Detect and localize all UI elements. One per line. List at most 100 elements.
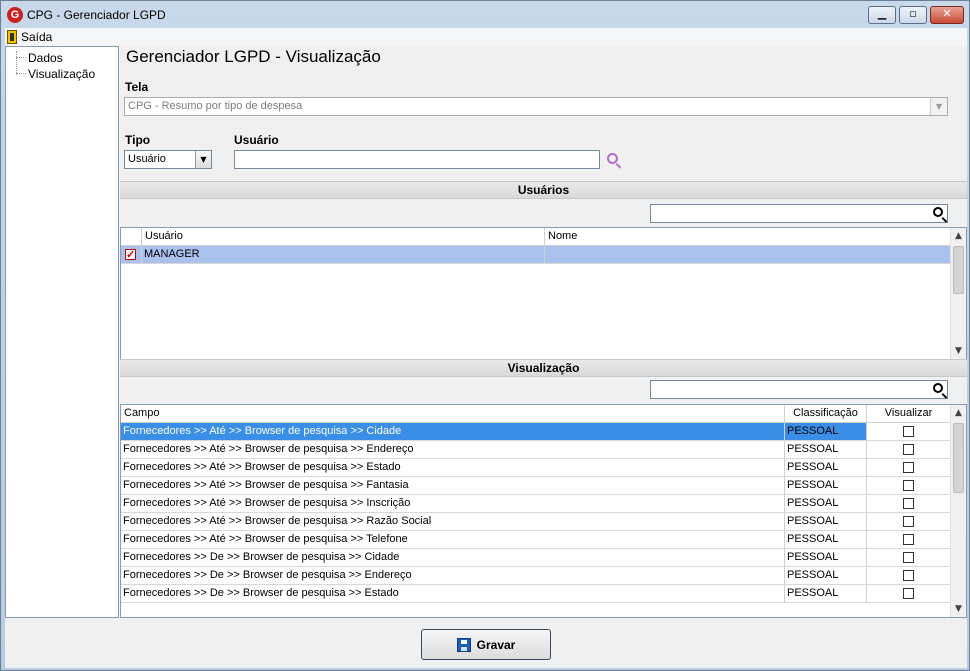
tree-connector bbox=[16, 57, 26, 58]
visualizar-checkbox[interactable] bbox=[903, 480, 914, 491]
visualizar-checkbox[interactable] bbox=[903, 552, 914, 563]
scroll-down-icon[interactable]: ▼ bbox=[951, 601, 966, 617]
row-classificacao: PESSOAL bbox=[785, 423, 867, 440]
table-row[interactable]: Fornecedores >> De >> Browser de pesquis… bbox=[121, 549, 951, 567]
usuario-input[interactable] bbox=[234, 150, 600, 169]
row-campo: Fornecedores >> Até >> Browser de pesqui… bbox=[121, 495, 785, 512]
save-button-label: Gravar bbox=[476, 637, 516, 652]
table-row[interactable]: Fornecedores >> Até >> Browser de pesqui… bbox=[121, 513, 951, 531]
visualizar-checkbox[interactable] bbox=[903, 462, 914, 473]
row-classificacao: PESSOAL bbox=[785, 585, 867, 602]
search-icon[interactable] bbox=[933, 207, 943, 217]
usuarios-grid-header: Usuário Nome bbox=[121, 228, 951, 246]
visualizacao-section-header: Visualização bbox=[120, 359, 967, 377]
minimize-button[interactable]: ▁ bbox=[868, 6, 896, 24]
usuarios-scrollbar[interactable]: ▲ ▼ bbox=[950, 228, 966, 359]
tela-label: Tela bbox=[125, 80, 149, 94]
column-header-classificacao[interactable]: Classificação bbox=[785, 405, 867, 423]
table-row[interactable]: Fornecedores >> Até >> Browser de pesqui… bbox=[121, 459, 951, 477]
scroll-up-icon[interactable]: ▲ bbox=[951, 228, 966, 244]
row-usuario: MANAGER bbox=[142, 246, 545, 263]
title-bar[interactable]: G CPG - Gerenciador LGPD ▁ ▫ ✕ bbox=[1, 1, 969, 29]
visualizacao-grid-header: Campo Classificação Visualizar bbox=[121, 405, 951, 423]
row-campo: Fornecedores >> De >> Browser de pesquis… bbox=[121, 585, 785, 602]
visualizar-checkbox[interactable] bbox=[903, 426, 914, 437]
table-row[interactable]: Fornecedores >> Até >> Browser de pesqui… bbox=[121, 441, 951, 459]
scroll-thumb[interactable] bbox=[953, 423, 964, 493]
row-classificacao: PESSOAL bbox=[785, 567, 867, 584]
scroll-down-icon[interactable]: ▼ bbox=[951, 343, 966, 359]
row-classificacao: PESSOAL bbox=[785, 531, 867, 548]
column-header-check bbox=[121, 228, 142, 246]
search-icon[interactable] bbox=[933, 383, 943, 393]
row-visualizar bbox=[867, 585, 951, 602]
table-row[interactable]: Fornecedores >> Até >> Browser de pesqui… bbox=[121, 423, 951, 441]
scroll-thumb[interactable] bbox=[953, 246, 964, 294]
column-header-visualizar[interactable]: Visualizar bbox=[867, 405, 951, 423]
table-row[interactable]: MANAGER bbox=[121, 246, 951, 264]
visualizacao-search-input[interactable] bbox=[650, 380, 948, 399]
usuarios-section-header: Usuários bbox=[120, 181, 967, 199]
tree-item-visualizacao[interactable]: Visualização bbox=[28, 67, 95, 81]
chevron-down-icon[interactable]: ▼ bbox=[930, 98, 947, 115]
row-checkbox[interactable] bbox=[125, 247, 136, 263]
table-row[interactable]: Fornecedores >> De >> Browser de pesquis… bbox=[121, 585, 951, 603]
tree-item-dados[interactable]: Dados bbox=[28, 51, 63, 65]
row-visualizar bbox=[867, 423, 951, 440]
tipo-select[interactable]: Usuário ▼ bbox=[124, 150, 212, 169]
usuarios-grid: Usuário Nome MANAGER ▲ ▼ bbox=[120, 227, 967, 360]
row-campo: Fornecedores >> De >> Browser de pesquis… bbox=[121, 567, 785, 584]
usuario-search-button[interactable] bbox=[603, 150, 625, 169]
visualizar-checkbox[interactable] bbox=[903, 444, 914, 455]
menu-bar: Saída bbox=[5, 28, 967, 46]
close-button[interactable]: ✕ bbox=[930, 6, 964, 24]
row-check-cell bbox=[121, 246, 142, 263]
table-row[interactable]: Fornecedores >> Até >> Browser de pesqui… bbox=[121, 495, 951, 513]
maximize-button[interactable]: ▫ bbox=[899, 6, 927, 24]
row-campo: Fornecedores >> Até >> Browser de pesqui… bbox=[121, 513, 785, 530]
floppy-disk-icon bbox=[456, 637, 471, 652]
column-header-usuario[interactable]: Usuário bbox=[142, 228, 545, 246]
door-exit-icon bbox=[7, 30, 17, 44]
tipo-select-value: Usuário bbox=[128, 153, 166, 165]
visualizacao-scrollbar[interactable]: ▲ ▼ bbox=[950, 405, 966, 617]
app-window: G CPG - Gerenciador LGPD ▁ ▫ ✕ Saída Dad… bbox=[0, 0, 970, 671]
scroll-up-icon[interactable]: ▲ bbox=[951, 405, 966, 421]
visualizar-checkbox[interactable] bbox=[903, 498, 914, 509]
visualizar-checkbox[interactable] bbox=[903, 534, 914, 545]
row-classificacao: PESSOAL bbox=[785, 549, 867, 566]
tela-select[interactable]: CPG - Resumo por tipo de despesa ▼ bbox=[124, 97, 948, 116]
client-area: Dados Visualização Gerenciador LGPD - Vi… bbox=[5, 46, 967, 668]
search-icon bbox=[607, 153, 618, 164]
row-classificacao: PESSOAL bbox=[785, 477, 867, 494]
row-campo: Fornecedores >> De >> Browser de pesquis… bbox=[121, 549, 785, 566]
row-visualizar bbox=[867, 441, 951, 458]
row-campo: Fornecedores >> Até >> Browser de pesqui… bbox=[121, 477, 785, 494]
tela-select-value: CPG - Resumo por tipo de despesa bbox=[128, 100, 303, 112]
row-campo: Fornecedores >> Até >> Browser de pesqui… bbox=[121, 459, 785, 476]
navigation-tree: Dados Visualização bbox=[5, 46, 119, 618]
save-button[interactable]: Gravar bbox=[421, 629, 551, 660]
usuarios-search-input[interactable] bbox=[650, 204, 948, 223]
row-nome bbox=[545, 246, 951, 263]
usuario-label: Usuário bbox=[234, 133, 279, 147]
row-classificacao: PESSOAL bbox=[785, 513, 867, 530]
table-row[interactable]: Fornecedores >> Até >> Browser de pesqui… bbox=[121, 531, 951, 549]
table-row[interactable]: Fornecedores >> De >> Browser de pesquis… bbox=[121, 567, 951, 585]
row-visualizar bbox=[867, 549, 951, 566]
row-visualizar bbox=[867, 477, 951, 494]
tree-connector bbox=[16, 51, 17, 75]
column-header-nome[interactable]: Nome bbox=[545, 228, 951, 246]
column-header-campo[interactable]: Campo bbox=[121, 405, 785, 423]
row-visualizar bbox=[867, 531, 951, 548]
table-row[interactable]: Fornecedores >> Até >> Browser de pesqui… bbox=[121, 477, 951, 495]
row-classificacao: PESSOAL bbox=[785, 441, 867, 458]
visualizar-checkbox[interactable] bbox=[903, 588, 914, 599]
row-campo: Fornecedores >> Até >> Browser de pesqui… bbox=[121, 531, 785, 548]
visualizar-checkbox[interactable] bbox=[903, 570, 914, 581]
row-classificacao: PESSOAL bbox=[785, 495, 867, 512]
menu-exit[interactable]: Saída bbox=[7, 29, 52, 45]
tipo-label: Tipo bbox=[125, 133, 151, 147]
visualizar-checkbox[interactable] bbox=[903, 516, 914, 527]
chevron-down-icon[interactable]: ▼ bbox=[195, 151, 211, 168]
